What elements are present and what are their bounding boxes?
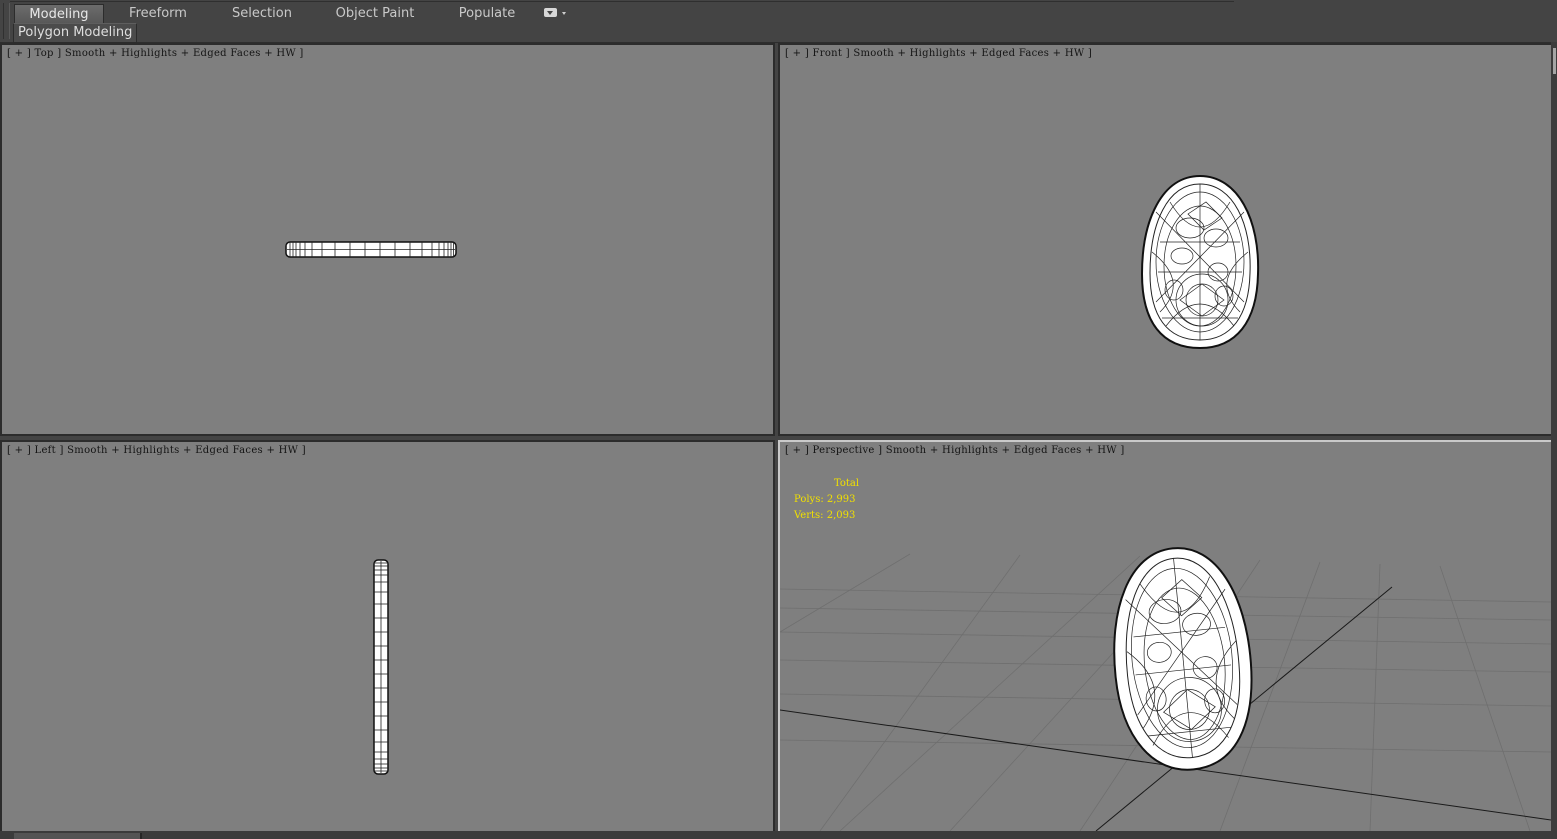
tab-populate[interactable]: Populate [448, 4, 526, 23]
timeline-slider[interactable] [14, 833, 142, 839]
ribbon-top-divider [10, 1, 1234, 2]
tab-freeform[interactable]: Freeform [116, 4, 200, 23]
ribbon-options-icon[interactable] [542, 6, 568, 20]
left-view-object [373, 559, 389, 775]
top-view-object [285, 241, 457, 258]
viewport-top[interactable]: [ + ] Top ] Smooth + Highlights + Edged … [0, 43, 775, 436]
viewport-front[interactable]: [ + ] Front ] Smooth + Highlights + Edge… [778, 43, 1553, 436]
scroll-handle[interactable] [1553, 48, 1556, 74]
tab-modeling[interactable]: Modeling [14, 4, 104, 24]
viewport-left[interactable]: [ + ] Left ] Smooth + Highlights + Edged… [0, 440, 775, 833]
tab-object-paint[interactable]: Object Paint [330, 4, 420, 23]
tab-selection[interactable]: Selection [218, 4, 306, 23]
ribbon-bar: Modeling Freeform Selection Object Paint… [0, 0, 1557, 43]
viewport-perspective[interactable]: [ + ] Perspective ] Smooth + Highlights … [778, 440, 1553, 833]
ribbon-grip[interactable] [3, 3, 10, 39]
polygon-modeling-panel[interactable]: Polygon Modeling [13, 23, 138, 43]
bottom-timeline-bar [0, 831, 1557, 839]
front-view-object [1140, 174, 1260, 350]
perspective-scene [780, 547, 1551, 831]
right-panel-edge[interactable] [1551, 42, 1557, 839]
